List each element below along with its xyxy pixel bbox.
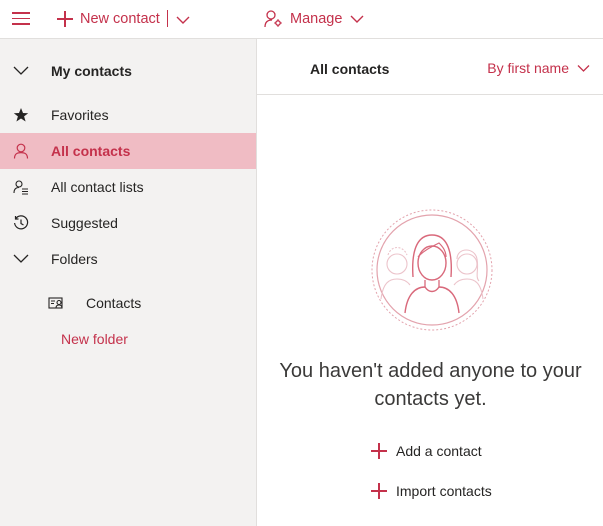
list-header: All contacts By first name [257,39,603,95]
sidebar-item-label: Suggested [51,215,118,231]
contact-list-icon [12,178,30,196]
folder-label: Contacts [86,295,142,311]
history-icon [12,214,30,232]
plus-icon [56,10,74,28]
sidebar-my-contacts-header[interactable]: My contacts [0,53,256,89]
sidebar-folders-header[interactable]: Folders [0,241,256,277]
new-contact-label: New contact [80,11,160,27]
chevron-down-icon [577,64,590,72]
new-folder-link[interactable]: New folder [0,321,256,357]
plus-icon [370,442,388,460]
empty-contacts-illustration-icon [369,207,495,333]
manage-label: Manage [290,11,343,27]
split-button-divider [167,10,168,27]
hamburger-icon[interactable] [12,12,30,26]
person-icon [12,142,30,160]
new-contact-dropdown-chevron-icon[interactable] [176,12,190,30]
new-folder-label: New folder [61,331,128,347]
import-contacts-label: Import contacts [396,483,492,499]
chevron-down-icon [12,250,30,268]
add-contact-button[interactable]: Add a contact [370,439,482,463]
sidebar-item-label: All contacts [51,143,131,159]
import-contacts-button[interactable]: Import contacts [370,479,492,503]
my-contacts-label: My contacts [51,63,132,79]
main-pane: All contacts By first name You haven't a… [256,38,603,526]
sidebar-item-suggested[interactable]: Suggested [0,205,256,241]
sidebar-item-all-contacts[interactable]: All contacts [0,133,256,169]
sort-label: By first name [487,60,569,76]
top-command-bar: New contact Manage [0,0,603,38]
contact-card-icon [48,294,66,312]
new-contact-button[interactable]: New contact [56,8,160,30]
sidebar-item-all-contact-lists[interactable]: All contact lists [0,169,256,205]
empty-state-message: You haven't added anyone to your contact… [279,360,582,410]
sidebar-item-label: All contact lists [51,179,144,195]
manage-button[interactable]: Manage [264,8,364,30]
page-title: All contacts [310,61,390,77]
star-icon [12,106,30,124]
sidebar: My contacts Favorites All contacts All c… [0,38,256,526]
add-contact-label: Add a contact [396,443,482,459]
sidebar-folder-contacts[interactable]: Contacts [0,285,256,321]
plus-icon [370,482,388,500]
sidebar-item-favorites[interactable]: Favorites [0,97,256,133]
sort-dropdown[interactable]: By first name [487,60,590,76]
sidebar-item-label: Favorites [51,107,109,123]
person-settings-icon [264,10,282,28]
chevron-down-icon [12,62,30,80]
manage-chevron-icon [350,15,364,23]
folders-label: Folders [51,251,98,267]
